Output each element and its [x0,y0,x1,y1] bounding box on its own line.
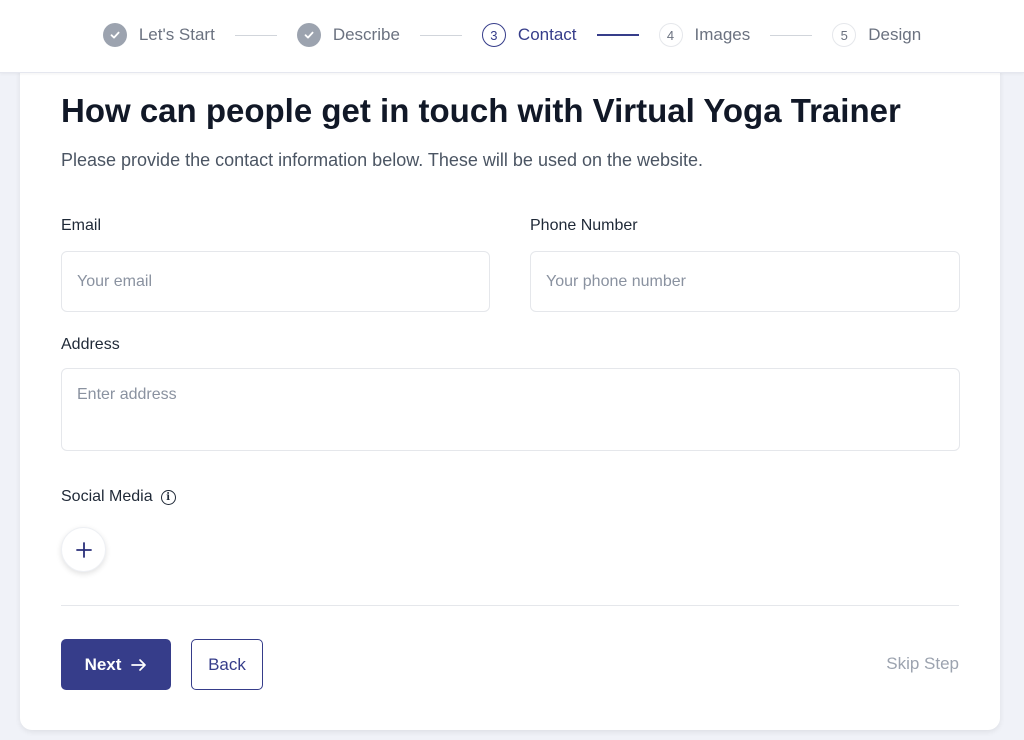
email-field[interactable] [61,251,490,312]
next-button[interactable]: Next [61,639,171,690]
step-describe[interactable]: Describe [296,23,400,47]
page-subtitle: Please provide the contact information b… [61,150,704,170]
step-connector-active [596,34,639,36]
step-label: Contact [517,25,577,44]
check-icon [102,23,127,47]
step-images[interactable]: 4 Images [658,23,751,47]
plus-icon [75,541,92,558]
arrow-right-icon [131,658,147,671]
address-label: Address [61,336,120,353]
step-design[interactable]: 5 Design [832,23,921,47]
step-label: Describe [332,25,400,44]
social-media-heading: Social Media i [61,488,176,506]
step-label: Design [868,25,922,44]
divider [61,605,959,606]
step-number: 4 [658,23,683,47]
progress-stepper: Let's Start Describe 3 Contact 4 Images … [0,20,1024,50]
step-connector [419,34,462,36]
next-button-label: Next [84,654,122,674]
back-button[interactable]: Back [191,639,263,690]
step-connector [770,34,813,36]
step-lets-start[interactable]: Let's Start [102,23,215,47]
step-number: 3 [481,23,506,47]
info-icon[interactable]: i [160,489,176,505]
contact-form-card: How can people get in touch with Virtual… [20,60,1000,730]
check-icon [296,23,321,47]
skip-step-link[interactable]: Skip Step [886,654,959,674]
top-bar: Let's Start Describe 3 Contact 4 Images … [0,0,1024,73]
social-media-label: Social Media [61,488,153,505]
page-title: How can people get in touch with Virtual… [61,92,901,129]
step-connector [234,34,277,36]
step-label: Images [694,25,751,44]
phone-label: Phone Number [530,217,638,234]
add-social-button[interactable] [61,527,106,572]
email-label: Email [61,217,102,234]
step-label: Let's Start [138,25,215,44]
phone-field[interactable] [530,251,960,312]
step-contact[interactable]: 3 Contact [481,23,577,47]
address-field[interactable] [61,368,960,451]
step-number: 5 [832,23,857,47]
